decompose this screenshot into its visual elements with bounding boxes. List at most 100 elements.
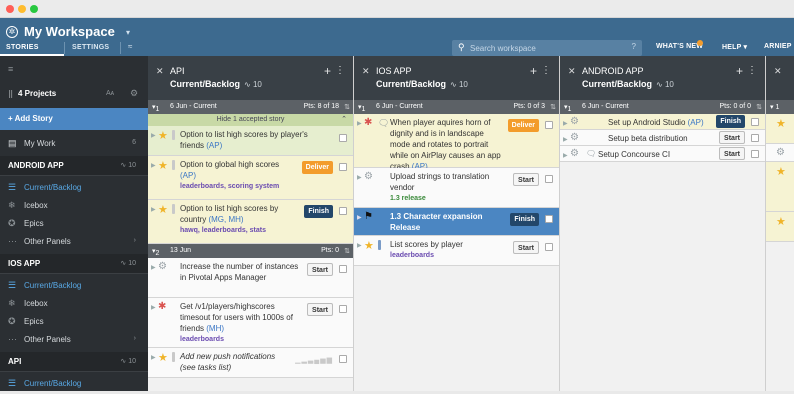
iteration-header[interactable]: ▾ 2 13 Jun Pts: 0 ⇅ <box>148 244 353 258</box>
expand-icon[interactable]: ▶ <box>357 214 362 221</box>
story-owners[interactable]: (MH) <box>206 324 224 333</box>
story-checkbox[interactable] <box>545 121 553 129</box>
story-row[interactable]: ▶ ✱ 🗨 When player aquires horn of dignit… <box>354 114 559 171</box>
search-input[interactable] <box>470 42 620 54</box>
sidebar-item-current-backlog[interactable]: ☰ Current/Backlog <box>0 374 148 394</box>
story-row[interactable]: ▶ ⚙ 🗨 Setup Concourse CI Start <box>560 146 765 162</box>
story-checkbox[interactable] <box>339 134 347 142</box>
collapse-icon[interactable]: ⇅ <box>344 103 350 111</box>
sidebar-item-icebox[interactable]: ❄ Icebox <box>0 294 148 314</box>
story-checkbox[interactable] <box>339 265 347 273</box>
story-row[interactable]: ★ <box>766 162 794 212</box>
collapse-icon[interactable]: ≈ <box>128 42 132 51</box>
more-vertical-icon[interactable]: ⋮ <box>541 65 551 76</box>
story-labels[interactable]: leaderboards <box>180 334 300 345</box>
sidebar-item-current-backlog[interactable]: ☰ Current/Backlog <box>0 178 148 198</box>
finish-button[interactable]: Finish <box>304 205 333 218</box>
expand-icon[interactable]: ▶ <box>151 206 156 213</box>
tab-settings[interactable]: SETTINGS <box>72 44 109 51</box>
expand-icon[interactable]: ▶ <box>151 264 156 271</box>
start-button[interactable]: Start <box>719 147 745 160</box>
gear-icon[interactable]: ⚙ <box>130 88 138 99</box>
story-labels[interactable]: leaderboards <box>390 250 500 261</box>
tab-stories[interactable]: STORIES <box>6 44 39 51</box>
expand-icon[interactable]: ▶ <box>151 132 156 139</box>
sidebar-item-other-panels[interactable]: ··· Other Panels › <box>0 330 148 350</box>
story-row[interactable]: ▶ ⚙ Set up Android Studio (AP) Finish <box>560 114 765 130</box>
story-row[interactable]: ▶ ⚙ Setup beta distribution Start <box>560 130 765 146</box>
expand-icon[interactable]: ▶ <box>563 152 568 159</box>
close-icon[interactable]: ✕ <box>156 66 164 77</box>
story-row[interactable]: ▶ ★ Option to list high scores by player… <box>148 126 353 156</box>
estimate-scale[interactable]: ▁▂▃▄▅▆ <box>295 356 333 364</box>
sidebar-item-current-backlog[interactable]: ☰ Current/Backlog <box>0 276 148 296</box>
iteration-header[interactable]: ▾ 1 6 Jun - Current Pts: 0 of 3 ⇅ <box>354 100 559 114</box>
search-box[interactable]: ⚲ ? <box>452 40 642 56</box>
story-checkbox[interactable] <box>339 207 347 215</box>
deliver-button[interactable]: Deliver <box>301 161 333 174</box>
finish-button[interactable]: Finish <box>716 115 745 128</box>
story-row[interactable]: ▶ ✱ Get /v1/players/highscores timesout … <box>148 298 353 348</box>
story-row[interactable]: ▶ ★ Option to global high scores (AP) lea… <box>148 156 353 200</box>
hamburger-icon[interactable]: ≡ <box>8 64 13 74</box>
story-checkbox[interactable] <box>545 243 553 251</box>
add-icon[interactable]: + <box>736 64 743 78</box>
iteration-header[interactable]: ▾ 1 <box>766 100 794 114</box>
close-icon[interactable]: ✕ <box>568 66 576 77</box>
expand-icon[interactable]: ▶ <box>151 304 156 311</box>
start-button[interactable]: Start <box>513 241 539 254</box>
story-labels[interactable]: leaderboards, scoring system <box>180 181 290 192</box>
minimize-window-button[interactable] <box>18 5 26 13</box>
sidebar-section-ios[interactable]: IOS APP ∿ 10 <box>0 254 148 274</box>
collapse-icon[interactable]: ⇅ <box>550 103 556 111</box>
sidebar-item-other-panels[interactable]: ··· Other Panels › <box>0 232 148 252</box>
more-vertical-icon[interactable]: ⋮ <box>747 65 757 76</box>
expand-icon[interactable]: ▶ <box>563 120 568 127</box>
story-row[interactable]: ⚙ <box>766 144 794 162</box>
close-icon[interactable]: ✕ <box>362 66 370 77</box>
text-size-icon[interactable]: Aᴀ <box>106 90 114 97</box>
story-checkbox[interactable] <box>751 150 759 158</box>
sidebar-section-android[interactable]: ANDROID APP ∿ 10 <box>0 156 148 176</box>
maximize-window-button[interactable] <box>30 5 38 13</box>
collapse-icon[interactable]: ⇅ <box>756 103 762 111</box>
story-checkbox[interactable] <box>751 118 759 126</box>
expand-icon[interactable]: ▶ <box>151 162 156 169</box>
add-icon[interactable]: + <box>530 64 537 78</box>
expand-icon[interactable]: ▶ <box>357 174 362 181</box>
sidebar-item-my-work[interactable]: ▤ My Work 6 <box>0 134 148 154</box>
close-window-button[interactable] <box>6 5 14 13</box>
story-row[interactable]: ▶ ★ Option to list high scores by countr… <box>148 200 353 244</box>
start-button[interactable]: Start <box>719 131 745 144</box>
story-checkbox[interactable] <box>339 355 347 363</box>
hide-accepted-toggle[interactable]: Hide 1 accepted story ⌃ <box>148 114 353 126</box>
sidebar-item-icebox[interactable]: ❄ Icebox <box>0 196 148 216</box>
story-row[interactable]: ▶ ★ List scores by player leaderboards St… <box>354 236 559 266</box>
expand-icon[interactable]: ▶ <box>357 242 362 249</box>
expand-icon[interactable]: ▶ <box>357 120 362 127</box>
story-row-release[interactable]: ▶ ⚑ 1.3 Character expansion Release Fini… <box>354 208 559 236</box>
sidebar-item-epics[interactable]: ✪ Epics <box>0 214 148 234</box>
story-owners[interactable]: (MG, MH) <box>208 215 243 224</box>
story-owners[interactable]: (AP) <box>206 141 222 150</box>
story-checkbox[interactable] <box>545 175 553 183</box>
start-button[interactable]: Start <box>307 263 333 276</box>
story-checkbox[interactable] <box>545 215 553 223</box>
help-icon[interactable]: ? <box>632 42 636 51</box>
close-icon[interactable]: ✕ <box>774 66 782 77</box>
story-row[interactable]: ★ <box>766 114 794 144</box>
expand-icon[interactable]: ▶ <box>563 136 568 143</box>
story-checkbox[interactable] <box>751 134 759 142</box>
sidebar-menu[interactable]: ≡ <box>0 60 148 76</box>
iteration-header[interactable]: ▾ 1 6 Jun - Current Pts: 0 of 0 ⇅ <box>560 100 765 114</box>
iteration-header[interactable]: ▾ 1 6 Jun - Current Pts: 8 of 18 ⇅ <box>148 100 353 114</box>
deliver-button[interactable]: Deliver <box>507 119 539 132</box>
add-icon[interactable]: + <box>324 64 331 78</box>
finish-button[interactable]: Finish <box>510 213 539 226</box>
story-checkbox[interactable] <box>339 163 347 171</box>
story-release[interactable]: 1.3 release <box>390 193 500 204</box>
story-row[interactable]: ★ <box>766 212 794 242</box>
sidebar-item-epics[interactable]: ✪ Epics <box>0 312 148 332</box>
story-row[interactable]: ▶ ★ Add new push notifications (see task… <box>148 348 353 378</box>
user-menu[interactable]: ARNIEP <box>764 43 792 50</box>
